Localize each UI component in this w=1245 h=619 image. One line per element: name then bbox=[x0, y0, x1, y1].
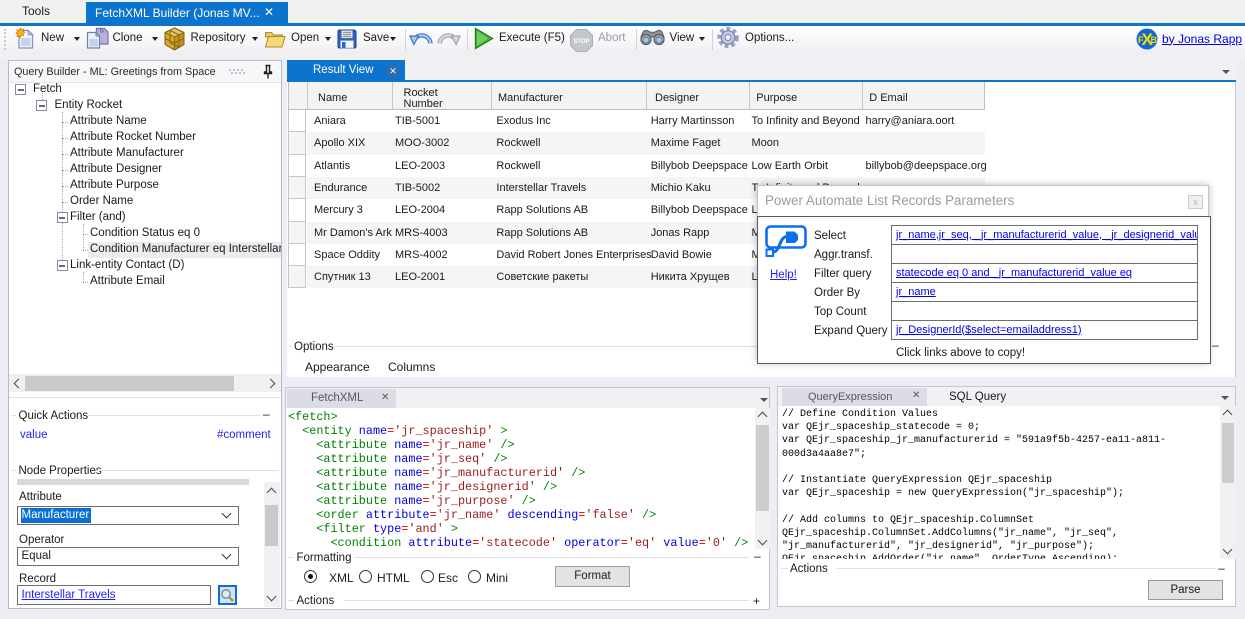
svg-text:B: B bbox=[1151, 35, 1158, 45]
svg-text:STOP: STOP bbox=[573, 38, 589, 44]
